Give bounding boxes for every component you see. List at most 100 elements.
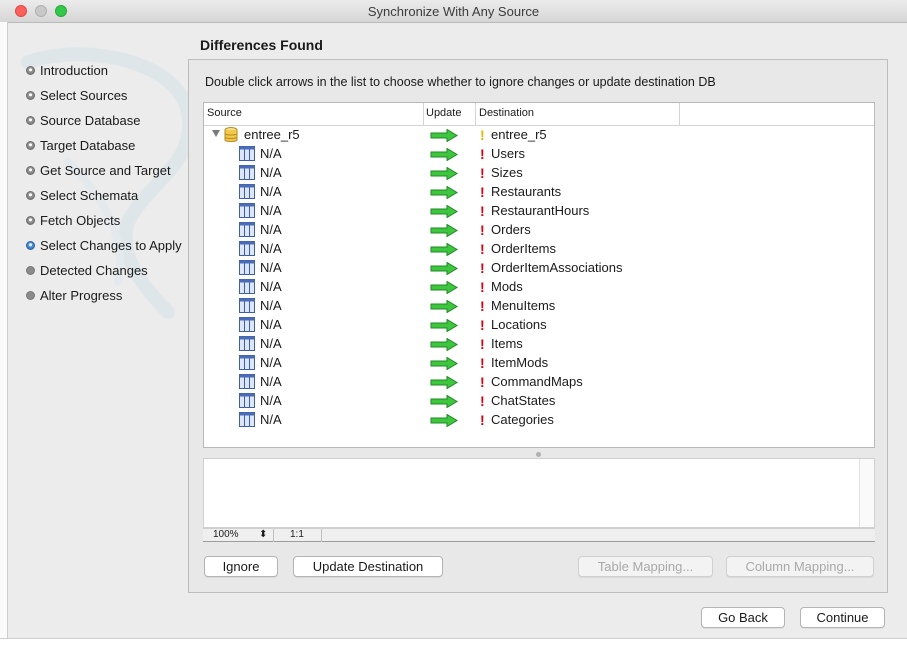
detail-text-area[interactable] (203, 458, 875, 528)
zoom-value[interactable]: 100% (213, 529, 239, 540)
differences-tree[interactable]: Source Update Destination entree_r5! entr… (203, 102, 875, 448)
update-arrow-icon[interactable] (430, 338, 458, 351)
update-arrow-icon[interactable] (430, 281, 458, 294)
update-arrow-icon[interactable] (430, 186, 458, 199)
row-source: N/A (260, 298, 282, 313)
step-alter-progress: Alter Progress (26, 286, 122, 304)
tree-row-table[interactable]: N/A! ItemMods (204, 354, 874, 373)
tree-row-table[interactable]: N/A! Sizes (204, 164, 874, 183)
row-destination: Mods (491, 279, 523, 294)
column-header-destination[interactable]: Destination (479, 107, 534, 119)
column-mapping-button[interactable]: Column Mapping... (726, 556, 874, 577)
change-flag: ! (480, 146, 485, 162)
tree-row-table[interactable]: N/A! OrderItemAssociations (204, 259, 874, 278)
step-completed-icon (26, 115, 35, 125)
tree-row-table[interactable]: N/A! Locations (204, 316, 874, 335)
change-flag: ! (480, 279, 485, 295)
tree-row-table[interactable]: N/A! Restaurants (204, 183, 874, 202)
zoom-ratio[interactable]: 1:1 (290, 529, 304, 540)
update-arrow-icon[interactable] (430, 148, 458, 161)
step-pending-icon (26, 265, 35, 275)
step-select-schemata: Select Schemata (26, 186, 138, 204)
change-flag: ! (480, 317, 485, 333)
table-icon (239, 355, 255, 370)
continue-button[interactable]: Continue (800, 607, 885, 628)
change-flag: ! (480, 412, 485, 428)
step-target-database: Target Database (26, 136, 135, 154)
collapse-triangle-icon[interactable] (212, 130, 220, 137)
column-divider[interactable] (475, 103, 476, 125)
splitter-handle[interactable] (536, 452, 541, 457)
update-arrow-icon[interactable] (430, 243, 458, 256)
wizard-steps-sidebar: Introduction Select Sources Source Datab… (8, 22, 188, 622)
ignore-button[interactable]: Ignore (204, 556, 278, 577)
update-arrow-icon[interactable] (430, 205, 458, 218)
column-header-source[interactable]: Source (207, 107, 242, 119)
update-arrow-icon[interactable] (430, 300, 458, 313)
background-window-edge (0, 22, 8, 645)
sync-wizard-window: Synchronize With Any Source Introduction… (0, 0, 907, 646)
zoom-divider (321, 529, 322, 542)
table-icon (239, 336, 255, 351)
column-divider[interactable] (679, 103, 680, 125)
update-arrow-icon[interactable] (430, 395, 458, 408)
schema-database-icon (224, 127, 238, 142)
update-arrow-icon[interactable] (430, 224, 458, 237)
table-icon (239, 412, 255, 427)
table-icon (239, 374, 255, 389)
change-flag: ! (480, 298, 485, 314)
tree-row-table[interactable]: N/A! OrderItems (204, 240, 874, 259)
column-divider[interactable] (423, 103, 424, 125)
row-destination: ItemMods (491, 355, 549, 370)
detail-scrollbar[interactable] (859, 459, 874, 527)
tree-row-table[interactable]: N/A! Items (204, 335, 874, 354)
table-icon (239, 317, 255, 332)
tree-row-table[interactable]: N/A! Mods (204, 278, 874, 297)
step-current-icon (26, 240, 35, 250)
row-source: N/A (260, 336, 282, 351)
update-arrow-icon[interactable] (430, 319, 458, 332)
row-destination: Categories (491, 412, 554, 427)
tree-row-table[interactable]: N/A! Categories (204, 411, 874, 430)
tree-row-table[interactable]: N/A! CommandMaps (204, 373, 874, 392)
go-back-button[interactable]: Go Back (701, 607, 785, 628)
row-destination: OrderItemAssociations (491, 260, 623, 275)
change-flag: ! (480, 165, 485, 181)
column-header-update[interactable]: Update (426, 107, 461, 119)
row-destination: Orders (491, 222, 531, 237)
tree-row-table[interactable]: N/A! RestaurantHours (204, 202, 874, 221)
update-arrow-icon[interactable] (430, 129, 458, 142)
tree-row-schema[interactable]: entree_r5! entree_r5 (204, 126, 874, 145)
row-source: N/A (260, 260, 282, 275)
change-flag: ! (480, 241, 485, 257)
zoom-stepper-icon[interactable]: ⬍ (259, 529, 267, 540)
change-flag: ! (480, 393, 485, 409)
tree-header: Source Update Destination (204, 103, 874, 126)
row-source: N/A (260, 146, 282, 161)
tree-row-table[interactable]: N/A! Orders (204, 221, 874, 240)
row-source: N/A (260, 279, 282, 294)
update-destination-button[interactable]: Update Destination (293, 556, 443, 577)
tree-row-table[interactable]: N/A! MenuItems (204, 297, 874, 316)
table-icon (239, 222, 255, 237)
row-destination: Sizes (491, 165, 523, 180)
table-mapping-button[interactable]: Table Mapping... (578, 556, 713, 577)
zoom-bar: 100% ⬍ 1:1 (203, 528, 875, 542)
update-arrow-icon[interactable] (430, 167, 458, 180)
table-icon (239, 393, 255, 408)
update-arrow-icon[interactable] (430, 376, 458, 389)
step-introduction: Introduction (26, 61, 108, 79)
row-source: N/A (260, 203, 282, 218)
update-arrow-icon[interactable] (430, 414, 458, 427)
step-select-changes-to-apply: Select Changes to Apply (26, 236, 182, 254)
update-arrow-icon[interactable] (430, 357, 458, 370)
row-source: N/A (260, 355, 282, 370)
tree-row-table[interactable]: N/A! Users (204, 145, 874, 164)
table-icon (239, 298, 255, 313)
tree-row-table[interactable]: N/A! ChatStates (204, 392, 874, 411)
change-flag: ! (480, 203, 485, 219)
title-bar: Synchronize With Any Source (0, 0, 907, 23)
change-flag: ! (480, 355, 485, 371)
step-completed-icon (26, 165, 35, 175)
update-arrow-icon[interactable] (430, 262, 458, 275)
